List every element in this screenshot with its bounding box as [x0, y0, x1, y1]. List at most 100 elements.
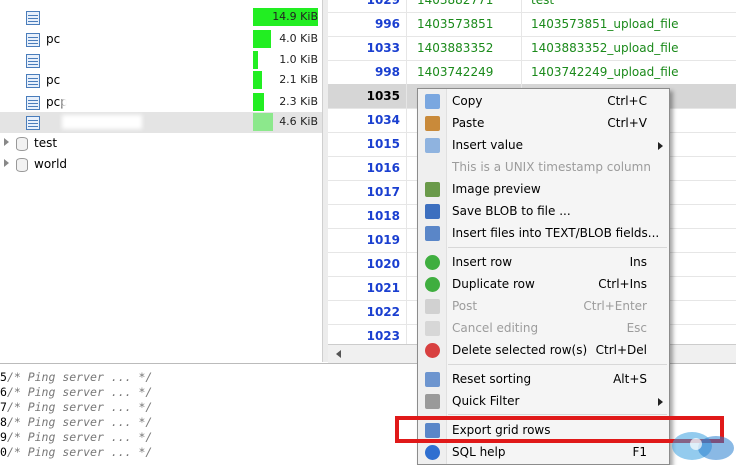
log-line: 6/* Ping server ... */	[0, 385, 152, 400]
redacted-name	[62, 53, 142, 67]
database-row-world[interactable]: world	[0, 155, 322, 176]
log-line-text: /* Ping server ... */	[6, 400, 153, 414]
log-line: 7/* Ping server ... */	[0, 400, 152, 415]
table-icon	[26, 54, 40, 68]
table-size: 4.6 KiB	[279, 115, 318, 128]
expand-arrow-icon[interactable]	[4, 138, 9, 146]
cell-id[interactable]: 1035	[328, 84, 404, 108]
menu-item-copy[interactable]: Copy Ctrl+C	[418, 91, 669, 113]
table-row[interactable]: 14.9 KiB	[0, 7, 322, 28]
menu-item-label: Insert row	[452, 255, 513, 269]
menu-item-quick-filter[interactable]: Quick Filter	[418, 391, 669, 413]
cell-id[interactable]: 1022	[328, 300, 404, 324]
menu-item-label: Reset sorting	[452, 372, 532, 386]
cell-id[interactable]: 1033	[328, 36, 404, 60]
post-check-icon	[425, 299, 440, 314]
redacted-name	[62, 73, 142, 87]
cell-timestamp[interactable]: 1403573851	[406, 12, 520, 36]
menu-separator	[448, 364, 667, 365]
menu-item-insert-row[interactable]: Insert row Ins	[418, 252, 669, 274]
menu-item-label: SQL help	[452, 445, 506, 459]
menu-item-paste[interactable]: Paste Ctrl+V	[418, 113, 669, 135]
menu-item-shortcut: Ctrl+C	[607, 94, 647, 108]
table-row[interactable]: 996 1403573851 1403573851_upload_file	[328, 12, 736, 37]
database-row-test[interactable]: test	[0, 134, 322, 155]
menu-item-shortcut: Ctrl+V	[607, 116, 647, 130]
log-line-number: 6	[0, 385, 7, 399]
menu-item-delete-selected-row-s[interactable]: Delete selected row(s) Ctrl+Del	[418, 340, 669, 362]
log-line: 5/* Ping server ... */	[0, 370, 152, 385]
submenu-arrow-icon	[658, 398, 663, 406]
help-icon	[425, 445, 440, 460]
table-row[interactable]: 1033 1403883352 1403883352_upload_file	[328, 36, 736, 61]
log-line: 0/* Ping server ... */	[0, 445, 152, 460]
cell-id[interactable]: 1019	[328, 228, 404, 252]
cell-id[interactable]: 1018	[328, 204, 404, 228]
table-row[interactable]: pc 2.1 KiB	[0, 70, 322, 91]
cell-filename[interactable]: 1403742249_upload_file	[521, 60, 736, 84]
menu-item-this-is-a-unix-timestamp-column: This is a UNIX timestamp column	[418, 157, 669, 179]
cell-filename[interactable]: test	[521, 0, 736, 12]
size-bar	[253, 71, 262, 89]
menu-item-insert-files-into-text-blob-fields[interactable]: Insert files into TEXT/BLOB fields...	[418, 223, 669, 245]
cell-timestamp[interactable]: 1403883352	[406, 36, 520, 60]
insert-value-icon	[425, 138, 440, 153]
table-row[interactable]: 1.0 KiB	[0, 50, 322, 71]
cell-id[interactable]: 1015	[328, 132, 404, 156]
table-icon	[26, 96, 40, 110]
log-line-number: 7	[0, 400, 7, 414]
grid-context-menu: Copy Ctrl+C Paste Ctrl+V Insert value This is…	[417, 88, 670, 465]
cell-id[interactable]: 998	[328, 60, 404, 84]
menu-item-shortcut: Ins	[629, 255, 647, 269]
menu-item-label: Post	[452, 299, 478, 313]
cell-filename[interactable]: 1403573851_upload_file	[521, 12, 736, 36]
delete-icon	[425, 343, 440, 358]
database-row-partial[interactable]	[0, 0, 322, 8]
table-row[interactable]: pcp 2.3 KiB	[0, 92, 322, 113]
cell-id[interactable]: 1016	[328, 156, 404, 180]
cell-timestamp[interactable]: 1403882771	[406, 0, 520, 12]
submenu-arrow-icon	[658, 142, 663, 150]
table-row[interactable]: pc 4.0 KiB	[0, 29, 322, 50]
log-line-text: /* Ping server ... */	[6, 385, 153, 399]
cell-id[interactable]: 1029	[328, 0, 404, 12]
cell-id[interactable]: 996	[328, 12, 404, 36]
table-size: 2.3 KiB	[279, 95, 318, 108]
table-size: 1.0 KiB	[279, 53, 318, 66]
menu-item-reset-sorting[interactable]: Reset sorting Alt+S	[418, 369, 669, 391]
cell-timestamp[interactable]: 1403742249	[406, 60, 520, 84]
cell-id[interactable]: 1021	[328, 276, 404, 300]
menu-item-label: This is a UNIX timestamp column	[452, 160, 651, 174]
copy-icon	[425, 94, 440, 109]
insert-row-icon	[425, 255, 440, 270]
save-icon	[425, 204, 440, 219]
menu-item-label: Quick Filter	[452, 394, 520, 408]
image-preview-icon	[425, 182, 440, 197]
menu-separator	[448, 247, 667, 248]
expand-arrow-icon[interactable]	[4, 159, 9, 167]
menu-item-sql-help[interactable]: SQL help F1	[418, 442, 669, 464]
menu-item-insert-value[interactable]: Insert value	[418, 135, 669, 157]
table-icon	[26, 116, 40, 130]
cell-filename[interactable]: 1403883352_upload_file	[521, 36, 736, 60]
database-icon	[16, 137, 28, 151]
menu-item-label: Image preview	[452, 182, 541, 196]
database-name: test	[34, 136, 58, 150]
log-line-text: /* Ping server ... */	[6, 445, 153, 459]
redacted-name	[62, 32, 142, 46]
log-line-number: 0	[0, 445, 7, 459]
scroll-left-arrow-icon[interactable]	[336, 350, 341, 358]
redacted-name	[62, 10, 142, 24]
menu-item-image-preview[interactable]: Image preview	[418, 179, 669, 201]
table-row[interactable]: 4.6 KiB	[0, 112, 322, 133]
menu-item-save-blob-to-file[interactable]: Save BLOB to file ...	[418, 201, 669, 223]
cell-id[interactable]: 1020	[328, 252, 404, 276]
database-name: world	[34, 157, 68, 171]
cell-id[interactable]: 1017	[328, 180, 404, 204]
table-row[interactable]: 998 1403742249 1403742249_upload_file	[328, 60, 736, 85]
menu-item-duplicate-row[interactable]: Duplicate row Ctrl+Ins	[418, 274, 669, 296]
cell-id[interactable]: 1034	[328, 108, 404, 132]
cell-id[interactable]: 1023	[328, 324, 404, 344]
size-bar	[253, 93, 264, 111]
log-line-text: /* Ping server ... */	[6, 415, 153, 429]
